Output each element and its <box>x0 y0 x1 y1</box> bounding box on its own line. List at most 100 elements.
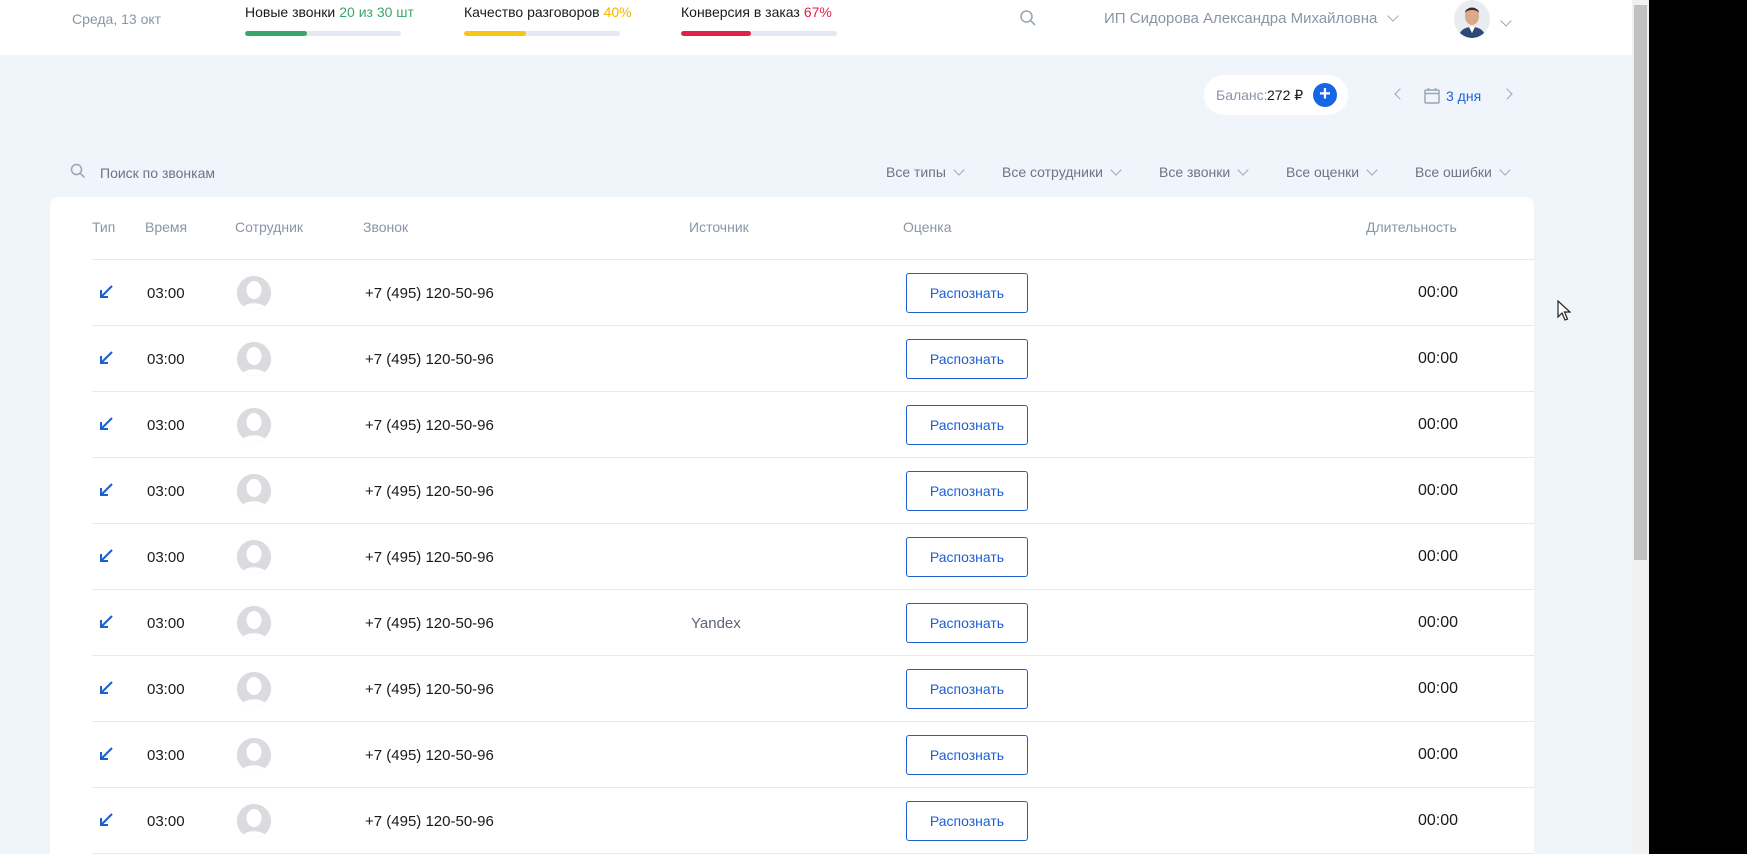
recognize-button[interactable]: Распознать <box>906 471 1028 511</box>
call-duration: 00:00 <box>1417 284 1458 301</box>
prev-period-button[interactable] <box>1394 88 1406 100</box>
current-date: Среда, 13 окт <box>72 11 162 27</box>
call-phone-number[interactable]: +7 (495) 120-50-96 <box>365 681 494 698</box>
employee-avatar <box>237 276 271 310</box>
metric-new-calls-progress-fill <box>245 31 308 36</box>
column-header-rating[interactable]: Оценка <box>903 219 952 235</box>
table-row[interactable]: 03:00 +7 (495) 120-50-96 Распознать 00:00 <box>92 326 1534 392</box>
metric-new-calls-label: Новые звонки <box>245 4 336 20</box>
incoming-call-arrow-icon <box>100 747 113 760</box>
employee-avatar <box>237 474 271 508</box>
calls-search-input[interactable] <box>100 162 360 184</box>
table-row[interactable]: 03:00 +7 (495) 120-50-96 Распознать 00:00 <box>92 788 1534 854</box>
column-header-call[interactable]: Звонок <box>363 219 408 235</box>
call-source: Yandex <box>691 615 741 632</box>
calls-table: Тип Время Сотрудник Звонок Источник Оцен… <box>50 197 1534 854</box>
metric-quality-value: 40% <box>603 4 632 20</box>
table-row[interactable]: 03:00 +7 (495) 120-50-96 Распознать 00:00 <box>92 458 1534 524</box>
table-row[interactable]: 03:00 +7 (495) 120-50-96 Распознать 00:00 <box>92 656 1534 722</box>
call-duration: 00:00 <box>1417 548 1458 565</box>
call-phone-number[interactable]: +7 (495) 120-50-96 <box>365 351 494 368</box>
incoming-call-arrow-icon <box>100 483 113 496</box>
filter-employees[interactable]: Все сотрудники <box>1002 164 1122 180</box>
chevron-down-icon <box>953 164 965 176</box>
search-icon[interactable] <box>1019 9 1039 29</box>
metric-conversion: Конверсия в заказ 67% <box>681 4 832 20</box>
period-selector[interactable]: 3 дня <box>1424 84 1481 104</box>
metric-quality-progress-fill <box>464 31 527 36</box>
calls-search <box>70 162 370 184</box>
chevron-down-icon <box>1499 164 1511 176</box>
employee-avatar <box>237 540 271 574</box>
recognize-button[interactable]: Распознать <box>906 735 1028 775</box>
column-header-type[interactable]: Тип <box>92 219 115 235</box>
user-avatar[interactable] <box>1454 0 1490 38</box>
incoming-call-arrow-icon <box>100 285 113 298</box>
filter-employees-label: Все сотрудники <box>1002 164 1103 180</box>
metric-new-calls-progress <box>245 31 401 36</box>
search-icon <box>70 163 86 179</box>
call-phone-number[interactable]: +7 (495) 120-50-96 <box>365 813 494 830</box>
filter-types[interactable]: Все типы <box>886 164 965 180</box>
incoming-call-arrow-icon <box>100 813 113 826</box>
recognize-button[interactable]: Распознать <box>906 603 1028 643</box>
call-phone-number[interactable]: +7 (495) 120-50-96 <box>365 549 494 566</box>
filter-ratings[interactable]: Все оценки <box>1286 164 1378 180</box>
top-bar: Среда, 13 окт Новые звонки 20 из 30 шт Ка… <box>0 0 1632 55</box>
column-header-time[interactable]: Время <box>145 219 187 235</box>
chevron-down-icon <box>1387 10 1400 22</box>
column-header-source[interactable]: Источник <box>689 219 749 235</box>
call-phone-number[interactable]: +7 (495) 120-50-96 <box>365 417 494 434</box>
recognize-button[interactable]: Распознать <box>906 273 1028 313</box>
call-time: 03:00 <box>147 681 185 698</box>
call-time: 03:00 <box>147 351 185 368</box>
mouse-cursor-icon <box>1557 299 1572 327</box>
recognize-button[interactable]: Распознать <box>906 669 1028 709</box>
recognize-button[interactable]: Распознать <box>906 801 1028 841</box>
employee-avatar <box>237 738 271 772</box>
call-phone-number[interactable]: +7 (495) 120-50-96 <box>365 615 494 632</box>
incoming-call-arrow-icon <box>100 549 113 562</box>
incoming-call-arrow-icon <box>100 681 113 694</box>
call-duration: 00:00 <box>1417 680 1458 697</box>
call-phone-number[interactable]: +7 (495) 120-50-96 <box>365 483 494 500</box>
metric-quality-progress <box>464 31 620 36</box>
next-period-button[interactable] <box>1501 88 1513 100</box>
scrollbar-thumb[interactable] <box>1634 5 1647 560</box>
column-header-duration[interactable]: Длительность <box>1366 219 1457 235</box>
incoming-call-arrow-icon <box>100 417 113 430</box>
plus-icon: + <box>1319 83 1331 105</box>
recognize-button[interactable]: Распознать <box>906 405 1028 445</box>
chevron-down-icon <box>1110 164 1122 176</box>
table-row[interactable]: 03:00 +7 (495) 120-50-96 Распознать 00:00 <box>92 524 1534 590</box>
page-scrollbar[interactable] <box>1632 0 1649 854</box>
call-phone-number[interactable]: +7 (495) 120-50-96 <box>365 285 494 302</box>
table-row[interactable]: 03:00 +7 (495) 120-50-96 Распознать 00:00 <box>92 392 1534 458</box>
recognize-button[interactable]: Распознать <box>906 537 1028 577</box>
metric-conversion-value: 67% <box>803 4 832 20</box>
account-selector[interactable]: ИП Сидорова Александра Михайловна <box>1104 10 1400 27</box>
call-duration: 00:00 <box>1417 812 1458 829</box>
filter-errors-label: Все ошибки <box>1415 164 1492 180</box>
table-row[interactable]: 03:00 +7 (495) 120-50-96 Распознать 00:00 <box>92 722 1534 788</box>
recognize-button[interactable]: Распознать <box>906 339 1028 379</box>
metric-conversion-label: Конверсия в заказ <box>681 4 800 20</box>
chevron-down-icon <box>1237 164 1249 176</box>
call-duration: 00:00 <box>1417 350 1458 367</box>
add-balance-button[interactable]: + <box>1313 83 1337 107</box>
table-row[interactable]: 03:00 +7 (495) 120-50-96 Yandex Распознать 0… <box>92 590 1534 656</box>
table-row[interactable]: 03:00 +7 (495) 120-50-96 Распознать 00:00 <box>92 260 1534 326</box>
call-duration: 00:00 <box>1417 614 1458 631</box>
filter-errors[interactable]: Все ошибки <box>1415 164 1511 180</box>
user-menu-toggle[interactable] <box>1500 12 1512 30</box>
metric-new-calls: Новые звонки 20 из 30 шт <box>245 4 414 20</box>
employee-avatar <box>237 342 271 376</box>
filter-calls[interactable]: Все звонки <box>1159 164 1249 180</box>
balance-amount: 272 ₽ <box>1267 87 1304 103</box>
period-label: 3 дня <box>1446 88 1482 104</box>
call-phone-number[interactable]: +7 (495) 120-50-96 <box>365 747 494 764</box>
balance-widget: Баланс: 272 ₽ + <box>1204 75 1348 115</box>
chevron-down-icon <box>1500 15 1512 27</box>
call-time: 03:00 <box>147 549 185 566</box>
column-header-employee[interactable]: Сотрудник <box>235 219 303 235</box>
